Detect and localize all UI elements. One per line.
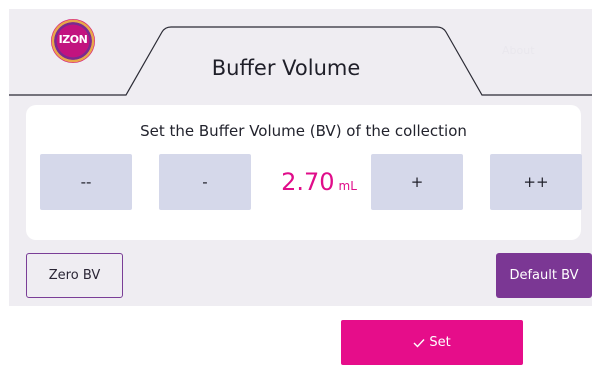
buffer-volume-value: 2.70 [281,168,335,196]
decrement-button[interactable]: - [159,154,251,210]
izon-logo: IZON [51,19,95,63]
set-button[interactable]: Set [341,320,523,365]
increment-large-button[interactable]: ++ [490,154,582,210]
buffer-volume-unit: mL [338,179,357,193]
zero-bv-button[interactable]: Zero BV [26,253,123,298]
buffer-volume-readout: 2.70 mL [271,168,367,196]
default-bv-button[interactable]: Default BV [496,253,592,298]
card-heading: Set the Buffer Volume (BV) of the collec… [140,122,467,140]
tab-buffer-volume[interactable]: Buffer Volume [170,56,402,80]
logo-text: IZON [58,33,88,46]
increment-button[interactable]: + [371,154,463,210]
tab-about[interactable]: About [502,44,535,57]
buffer-volume-card: Set the Buffer Volume (BV) of the collec… [26,105,582,240]
check-icon [413,338,425,348]
set-label: Set [429,335,451,350]
decrement-large-button[interactable]: -- [40,154,132,210]
